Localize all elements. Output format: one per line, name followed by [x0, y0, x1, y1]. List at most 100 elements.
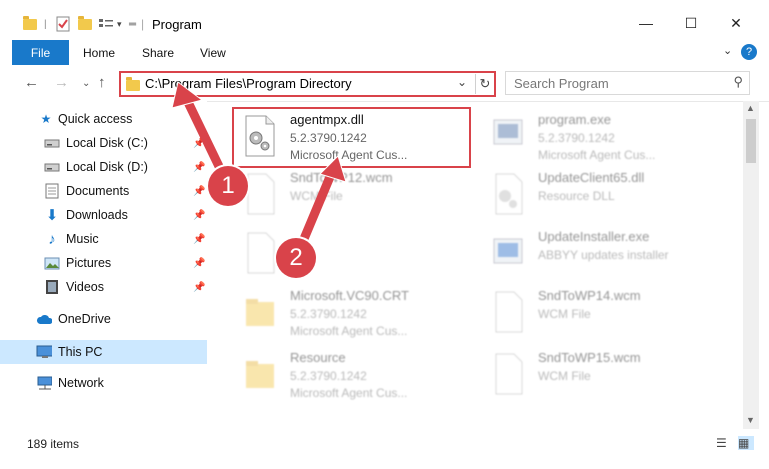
drive-icon: [44, 160, 60, 174]
pin-icon[interactable]: 📌: [193, 138, 205, 149]
nav-item-label: Documents: [66, 184, 130, 198]
details-view-icon[interactable]: ☰: [716, 436, 732, 450]
close-button[interactable]: ✕: [721, 13, 751, 33]
nav-item-local-disk-c[interactable]: Local Disk (C:) 📌: [0, 131, 207, 155]
new-folder-icon[interactable]: [78, 15, 92, 33]
file-description: Microsoft Agent Cus...: [290, 324, 408, 338]
address-row: ← → ⌄ ↑ C:\Program Files\Program Directo…: [0, 65, 769, 102]
vertical-scrollbar[interactable]: ▲ ▼: [743, 101, 759, 429]
up-arrow-icon[interactable]: ↑: [98, 74, 106, 91]
computer-icon: [36, 345, 52, 359]
status-bar: 189 items ☰ ▦: [0, 429, 769, 469]
file-highlight-box: [232, 107, 471, 168]
minimize-button[interactable]: —: [631, 13, 661, 33]
file-item-sndtowp12[interactable]: SndToWP12.wcm WCM File: [232, 164, 482, 224]
nav-item-pictures[interactable]: Pictures 📌: [0, 251, 207, 275]
recent-locations-chevron-icon[interactable]: ⌄: [82, 78, 90, 89]
file-type: WCM File: [538, 307, 591, 321]
help-button[interactable]: ?: [741, 44, 757, 60]
file-item-sndtowp14[interactable]: SndToWP14.wcm WCM File: [480, 282, 730, 342]
file-version: 5.2.3790.1242: [290, 369, 367, 383]
file-name: SndToWP15.wcm: [538, 350, 641, 365]
file-name: program.exe: [538, 112, 611, 127]
nav-item-label: Pictures: [66, 256, 112, 270]
folder-item-microsoft-vc90-crt[interactable]: Microsoft.VC90.CRT 5.2.3790.1242 Microso…: [232, 282, 482, 342]
file-item-updateclient65[interactable]: UpdateClient65.dll Resource DLL: [480, 164, 730, 224]
navigation-pane: ★ Quick access Local Disk (C:) 📌 Local D…: [0, 101, 207, 429]
pin-icon[interactable]: 📌: [193, 258, 205, 269]
folder-icon: [126, 77, 140, 91]
back-arrow-icon[interactable]: ←: [24, 74, 39, 91]
file-version: 5.2.3790.1242: [290, 307, 367, 321]
blank-file-icon: [490, 352, 526, 396]
blank-file-icon: [242, 231, 278, 275]
file-name: UpdateInstaller.exe: [538, 229, 650, 244]
pin-icon[interactable]: 📌: [193, 210, 205, 221]
qa-expand-icon[interactable]: ═: [129, 15, 136, 33]
nav-item-music[interactable]: ♪ Music 📌: [0, 227, 207, 251]
pin-icon[interactable]: 📌: [193, 282, 205, 293]
file-item-sndtowp15[interactable]: SndToWP15.wcm WCM File: [480, 344, 730, 404]
nav-item-label: Videos: [66, 280, 104, 294]
nav-item-label: Local Disk (D:): [66, 160, 148, 174]
step-2-badge: 2: [276, 238, 316, 278]
nav-item-documents[interactable]: Documents 📌: [0, 179, 207, 203]
nav-item-network[interactable]: Network: [0, 371, 207, 395]
scroll-up-icon[interactable]: ▲: [746, 103, 755, 113]
file-name: SndToWP14.wcm: [538, 288, 641, 303]
customize-toolbar-icon[interactable]: [98, 15, 116, 33]
scroll-down-icon[interactable]: ▼: [746, 415, 755, 425]
nav-item-label: Local Disk (C:): [66, 136, 148, 150]
properties-icon[interactable]: [56, 15, 70, 33]
nav-item-quick-access[interactable]: ★ Quick access: [0, 107, 207, 131]
search-input[interactable]: [512, 74, 726, 93]
title-bar: | ▾ ═ | Program — ☐ ✕: [0, 0, 769, 40]
pin-icon[interactable]: 📌: [193, 162, 205, 173]
dropdown-chevron-icon[interactable]: ▾: [117, 15, 122, 33]
file-item-program-exe[interactable]: program.exe 5.2.3790.1242 Microsoft Agen…: [480, 106, 730, 166]
nav-item-downloads[interactable]: ⬇ Downloads 📌: [0, 203, 207, 227]
file-item-stlib[interactable]: stlib: [232, 223, 482, 283]
ribbon-expand-chevron-icon[interactable]: ⌄: [723, 44, 732, 57]
blank-file-icon: [242, 172, 278, 216]
search-box[interactable]: ⚲: [505, 71, 750, 95]
nav-item-label: Music: [66, 232, 99, 246]
file-name: Microsoft.VC90.CRT: [290, 288, 409, 303]
videos-icon: [44, 280, 60, 294]
ribbon: File Home Share View ⌄ ?: [0, 40, 769, 65]
refresh-icon[interactable]: ↻: [475, 74, 494, 94]
download-icon: ⬇: [45, 207, 59, 224]
tiles-view-icon[interactable]: ▦: [738, 436, 754, 450]
network-icon: [36, 376, 52, 390]
file-item-updateinstaller[interactable]: UpdateInstaller.exe ABBYY updates instal…: [480, 223, 730, 283]
star-icon: ★: [40, 112, 52, 126]
nav-item-videos[interactable]: Videos 📌: [0, 275, 207, 299]
folder-item-resource[interactable]: Resource 5.2.3790.1242 Microsoft Agent C…: [232, 344, 482, 404]
tab-home[interactable]: Home: [83, 46, 115, 60]
pin-icon[interactable]: 📌: [193, 186, 205, 197]
folder-icon[interactable]: [23, 15, 37, 33]
forward-arrow-icon[interactable]: →: [54, 74, 69, 91]
address-history-chevron-icon[interactable]: ⌄: [457, 75, 467, 89]
file-name: Resource: [290, 350, 346, 365]
nav-item-local-disk-d[interactable]: Local Disk (D:) 📌: [0, 155, 207, 179]
cloud-icon: [36, 312, 52, 326]
tab-view[interactable]: View: [200, 46, 226, 60]
separator: |: [44, 18, 47, 30]
nav-item-label: OneDrive: [58, 312, 111, 326]
scrollbar-thumb[interactable]: [746, 119, 756, 163]
maximize-button[interactable]: ☐: [676, 13, 706, 33]
pin-icon[interactable]: 📌: [193, 234, 205, 245]
nav-item-this-pc[interactable]: This PC: [0, 340, 207, 364]
folder-icon: [242, 352, 278, 396]
tab-file[interactable]: File: [12, 40, 69, 65]
file-version: 5.2.3790.1242: [538, 131, 615, 145]
file-type: Resource DLL: [538, 189, 615, 203]
pictures-icon: [44, 256, 60, 270]
nav-item-label: Downloads: [66, 208, 128, 222]
nav-item-onedrive[interactable]: OneDrive: [0, 307, 207, 331]
address-path[interactable]: C:\Program Files\Program Directory: [145, 76, 352, 91]
address-bar[interactable]: C:\Program Files\Program Directory ⌄ ↻: [119, 71, 496, 97]
documents-icon: [44, 183, 60, 199]
tab-share[interactable]: Share: [142, 46, 174, 60]
